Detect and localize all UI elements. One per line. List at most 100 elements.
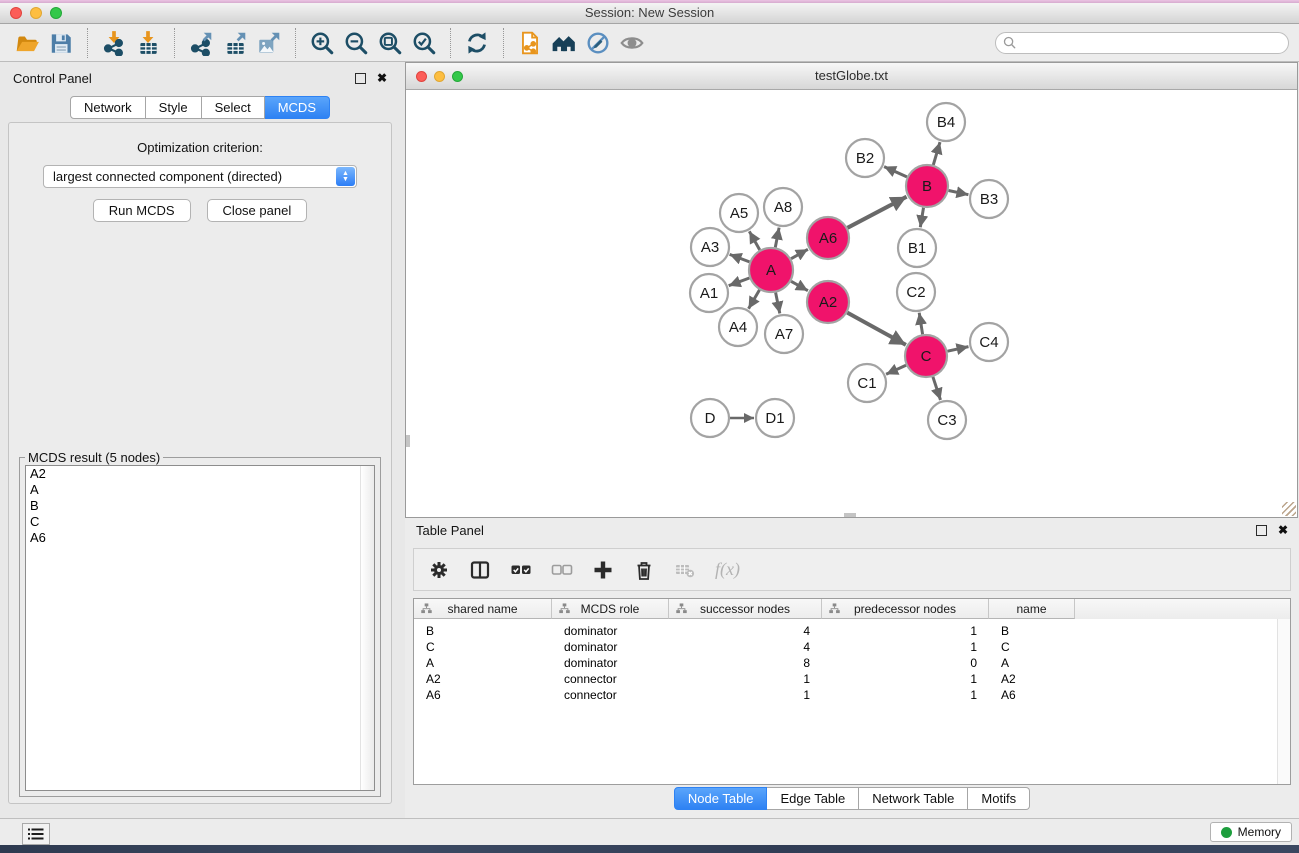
edge-A-A2[interactable]: [791, 281, 808, 290]
tab-node-table[interactable]: Node Table: [674, 787, 768, 810]
tab-network[interactable]: Network: [70, 96, 146, 119]
edge-B-B2[interactable]: [884, 167, 907, 177]
zoom-in-icon[interactable]: [305, 28, 339, 58]
add-icon[interactable]: [592, 559, 614, 581]
column-header-MCDS-role[interactable]: MCDS role: [552, 599, 669, 619]
node-label-C2: C2: [906, 284, 925, 301]
cell: 4: [669, 640, 822, 654]
refresh-icon[interactable]: [460, 28, 494, 58]
import-network-icon[interactable]: [97, 28, 131, 58]
deselect-all-icon[interactable]: [551, 559, 573, 581]
edge-B-B4[interactable]: [933, 142, 940, 165]
table-scrollbar[interactable]: [1277, 619, 1290, 784]
gear-icon[interactable]: [428, 559, 450, 581]
mcds-result-title: MCDS result (5 nodes): [25, 450, 163, 465]
network-canvas[interactable]: B4B2BB3A5A8A6B1A3AA1C2A2A4A7C4CC1C3DD1: [406, 90, 1297, 517]
edge-B-B3[interactable]: [949, 191, 969, 195]
window-resize-grip[interactable]: [1282, 502, 1296, 516]
open-folder-icon[interactable]: [10, 28, 44, 58]
control-panel-title: Control Panel: [13, 71, 92, 86]
zoom-out-icon[interactable]: [339, 28, 373, 58]
node-label-A1: A1: [700, 285, 718, 302]
result-list-item[interactable]: A6: [26, 530, 374, 546]
export-image-icon[interactable]: [252, 28, 286, 58]
columns-icon[interactable]: [469, 559, 491, 581]
tab-style[interactable]: Style: [146, 96, 202, 119]
app-titlebar: Session: New Session: [0, 0, 1299, 24]
result-list-item[interactable]: C: [26, 514, 374, 530]
select-all-icon[interactable]: [510, 559, 532, 581]
list-scrollbar[interactable]: [360, 466, 374, 790]
zoom-fit-icon[interactable]: [373, 28, 407, 58]
cell: A6: [989, 688, 1075, 702]
task-history-button[interactable]: [22, 823, 50, 845]
edge-A6-B[interactable]: [848, 197, 907, 228]
edge-A2-C[interactable]: [847, 313, 906, 345]
column-header-name[interactable]: name: [989, 599, 1075, 619]
close-panel-button[interactable]: Close panel: [207, 199, 308, 222]
import-table-icon[interactable]: [131, 28, 165, 58]
tab-mcds[interactable]: MCDS: [265, 96, 330, 119]
delete-icon[interactable]: [633, 559, 655, 581]
column-header-successor-nodes[interactable]: successor nodes: [669, 599, 822, 619]
float-panel-icon[interactable]: [355, 73, 366, 84]
edge-A-A4[interactable]: [749, 290, 760, 309]
app-title: Session: New Session: [0, 5, 1299, 20]
tab-network-table[interactable]: Network Table: [859, 787, 968, 810]
export-network-icon[interactable]: [184, 28, 218, 58]
tab-select[interactable]: Select: [202, 96, 265, 119]
edge-C-C4[interactable]: [948, 347, 969, 352]
column-header-shared-name[interactable]: shared name: [414, 599, 552, 619]
table-row[interactable]: Cdominator41C: [414, 639, 1290, 655]
table-body: Bdominator41BCdominator41CAdominator80AA…: [414, 619, 1290, 703]
table-float-panel-icon[interactable]: [1256, 525, 1267, 536]
node-label-C4: C4: [979, 334, 998, 351]
edge-A-A6[interactable]: [791, 249, 808, 258]
run-mcds-button[interactable]: Run MCDS: [93, 199, 191, 222]
table-row[interactable]: Bdominator41B: [414, 623, 1290, 639]
result-list-item[interactable]: B: [26, 498, 374, 514]
result-list-item[interactable]: A2: [26, 466, 374, 482]
criterion-select[interactable]: largest connected component (directed) ▲…: [43, 165, 357, 188]
edge-A-A7[interactable]: [776, 293, 780, 314]
memory-button[interactable]: Memory: [1210, 822, 1292, 842]
show-eye-icon[interactable]: [615, 28, 649, 58]
save-icon[interactable]: [44, 28, 78, 58]
home-pair-icon[interactable]: [547, 28, 581, 58]
edge-A-A5[interactable]: [749, 231, 759, 250]
export-table-icon[interactable]: [218, 28, 252, 58]
cell: 0: [822, 656, 989, 670]
network-minimize-icon[interactable]: [434, 71, 445, 82]
node-label-A7: A7: [775, 326, 793, 343]
toolbar-separator: [503, 28, 504, 58]
edge-B-B1[interactable]: [920, 208, 923, 228]
network-close-icon[interactable]: [416, 71, 427, 82]
table-row[interactable]: A2connector11A2: [414, 671, 1290, 687]
tab-motifs[interactable]: Motifs: [968, 787, 1030, 810]
network-maximize-icon[interactable]: [452, 71, 463, 82]
result-list-item[interactable]: A: [26, 482, 374, 498]
close-panel-icon[interactable]: ✖: [377, 72, 387, 84]
hide-annotations-icon[interactable]: [581, 28, 615, 58]
table-header: shared nameMCDS rolesuccessor nodesprede…: [414, 599, 1290, 619]
function-icon: f(x): [715, 559, 740, 580]
column-header-predecessor-nodes[interactable]: predecessor nodes: [822, 599, 989, 619]
tab-edge-table[interactable]: Edge Table: [767, 787, 859, 810]
edge-A-A1[interactable]: [729, 278, 750, 286]
edge-A-A8[interactable]: [775, 228, 779, 248]
table-row[interactable]: A6connector11A6: [414, 687, 1290, 703]
node-label-A: A: [766, 262, 776, 279]
edge-A-A3[interactable]: [730, 254, 750, 262]
control-panel: Control Panel ✖ NetworkStyleSelectMCDS O…: [4, 66, 396, 808]
zoom-selected-icon[interactable]: [407, 28, 441, 58]
search-input[interactable]: [1021, 35, 1281, 51]
mcds-result-list[interactable]: A2ABCA6: [25, 465, 375, 791]
edge-C-C2[interactable]: [919, 313, 922, 335]
network-graph[interactable]: B4B2BB3A5A8A6B1A3AA1C2A2A4A7C4CC1C3DD1: [406, 90, 1296, 518]
table-close-panel-icon[interactable]: ✖: [1278, 524, 1288, 536]
table-row[interactable]: Adominator80A: [414, 655, 1290, 671]
edge-C-C3[interactable]: [933, 377, 941, 400]
new-network-document-icon[interactable]: [513, 28, 547, 58]
edge-C-C1[interactable]: [886, 365, 906, 374]
search-box[interactable]: [995, 32, 1289, 54]
